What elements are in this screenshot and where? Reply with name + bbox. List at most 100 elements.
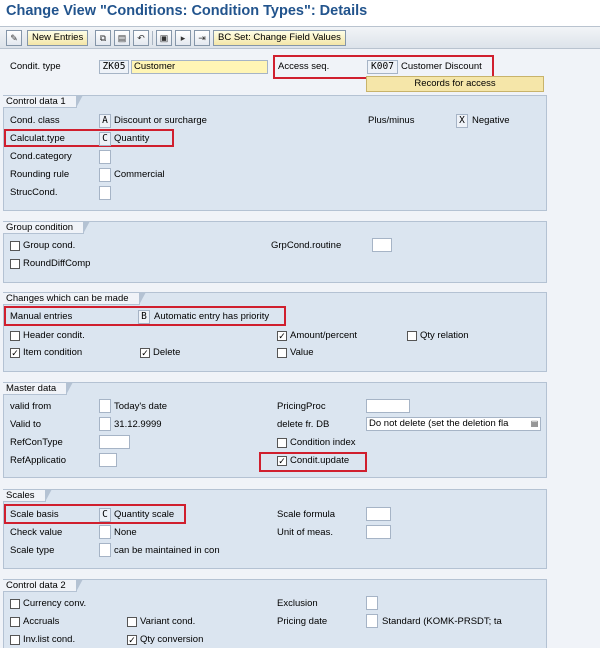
- condit-type-label: Condit. type: [10, 61, 61, 72]
- condit-type-field[interactable]: ZK05: [99, 60, 129, 74]
- condition-index-checkbox[interactable]: [277, 438, 287, 448]
- item-condition-label: Item condition: [23, 347, 83, 358]
- valid-to-field[interactable]: [99, 417, 111, 431]
- qty-relation-label: Qty relation: [420, 330, 469, 341]
- unit-of-meas-field[interactable]: [366, 525, 391, 539]
- condit-type-name-field[interactable]: Customer: [131, 60, 268, 74]
- accruals-checkbox[interactable]: [10, 617, 20, 627]
- condition-index-label: Condition index: [290, 437, 356, 448]
- inv-list-label: Inv.list cond.: [23, 634, 76, 645]
- bc-set-button[interactable]: BC Set: Change Field Values: [213, 30, 346, 46]
- delete-checkbox[interactable]: ✓: [140, 348, 150, 358]
- plusminus-field[interactable]: X: [456, 114, 468, 128]
- grpcond-routine-field[interactable]: [372, 238, 392, 252]
- page-last-icon[interactable]: ⇥: [194, 30, 210, 46]
- qty-conversion-label: Qty conversion: [140, 634, 204, 645]
- check-value-field[interactable]: [99, 525, 111, 539]
- variant-cond-checkbox[interactable]: [127, 617, 137, 627]
- scale-basis-field[interactable]: C: [99, 508, 111, 522]
- new-entries-button[interactable]: New Entries: [27, 30, 89, 46]
- pricing-proc-field[interactable]: [366, 399, 410, 413]
- value-label: Value: [290, 347, 314, 358]
- valid-from-label: valid from: [10, 401, 52, 412]
- refcontype-field[interactable]: [99, 435, 130, 449]
- cond-class-label: Cond. class: [10, 115, 60, 126]
- pricing-proc-label: PricingProc: [277, 401, 326, 412]
- delete-label: Delete: [153, 347, 181, 358]
- cond-category-label: Cond.category: [10, 151, 72, 162]
- unit-of-meas-label: Unit of meas.: [277, 527, 333, 538]
- scale-type-field[interactable]: [99, 543, 111, 557]
- undo-icon[interactable]: ↶: [133, 30, 149, 46]
- refapplicatio-field[interactable]: [99, 453, 117, 467]
- plusminus-label: Plus/minus: [368, 115, 415, 126]
- cond-category-field[interactable]: [99, 150, 111, 164]
- scale-formula-label: Scale formula: [277, 509, 336, 520]
- pricing-date-label: Pricing date: [277, 616, 328, 627]
- valid-from-text: Today's date: [114, 401, 168, 412]
- group-cond-label: Group cond.: [23, 240, 76, 251]
- valid-to-text: 31.12.9999: [114, 419, 162, 430]
- rounding-rule-label: Rounding rule: [10, 169, 70, 180]
- round-diff-checkbox[interactable]: [10, 259, 20, 269]
- access-seq-name: Customer Discount: [401, 61, 482, 72]
- check-value-label: Check value: [10, 527, 63, 538]
- rounding-rule-field[interactable]: [99, 168, 111, 182]
- pencil-glasses-icon[interactable]: ✎: [6, 30, 22, 46]
- plusminus-text: Negative: [472, 115, 510, 126]
- scale-formula-field[interactable]: [366, 507, 391, 521]
- manual-entries-text: Automatic entry has priority: [154, 311, 270, 322]
- condit-update-checkbox[interactable]: ✓: [277, 456, 287, 466]
- manual-entries-field[interactable]: B: [138, 310, 150, 324]
- round-diff-label: RoundDiffComp: [23, 258, 91, 269]
- delete-fr-db-value: Do not delete (set the deletion fla: [369, 418, 509, 429]
- pricing-date-field[interactable]: [366, 614, 378, 628]
- records-for-access-button[interactable]: Records for access: [366, 76, 544, 92]
- delete-fr-db-label: delete fr. DB: [277, 419, 330, 430]
- struc-cond-field[interactable]: [99, 186, 111, 200]
- page-icon[interactable]: ▣: [156, 30, 172, 46]
- control-data-1-group: Control data 1: [3, 95, 547, 211]
- page-next-icon[interactable]: ▸: [175, 30, 191, 46]
- rounding-rule-text: Commercial: [114, 169, 165, 180]
- qty-relation-checkbox[interactable]: [407, 331, 417, 341]
- struc-cond-label: StrucCond.: [10, 187, 58, 198]
- scale-type-label: Scale type: [10, 545, 55, 556]
- refapplicatio-label: RefApplicatio: [10, 455, 66, 466]
- qty-conversion-checkbox[interactable]: ✓: [127, 635, 137, 645]
- scales-group: Scales: [3, 489, 547, 569]
- header-cond-label: Header condit.: [23, 330, 85, 341]
- condit-update-label: Condit.update: [290, 455, 350, 466]
- amount-percent-checkbox[interactable]: ✓: [277, 331, 287, 341]
- group-condition-group: Group condition: [3, 221, 547, 283]
- header-cond-checkbox[interactable]: [10, 331, 20, 341]
- access-seq-label: Access seq.: [278, 61, 330, 72]
- valid-from-field[interactable]: [99, 399, 111, 413]
- cond-class-text: Discount or surcharge: [114, 115, 207, 126]
- copy-icon[interactable]: ⧉: [95, 30, 111, 46]
- access-seq-field[interactable]: K007: [367, 60, 398, 74]
- item-condition-checkbox[interactable]: ✓: [10, 348, 20, 358]
- amount-percent-label: Amount/percent: [290, 330, 358, 341]
- accruals-label: Accruals: [23, 616, 60, 627]
- exclusion-field[interactable]: [366, 596, 378, 610]
- group-title: Scales: [3, 489, 51, 502]
- manual-entries-label: Manual entries: [10, 311, 73, 322]
- refcontype-label: RefConType: [10, 437, 63, 448]
- save-icon[interactable]: ▤: [114, 30, 130, 46]
- variant-cond-label: Variant cond.: [140, 616, 196, 627]
- control-data-2-group: Control data 2: [3, 579, 547, 648]
- cond-class-field[interactable]: A: [99, 114, 111, 128]
- currency-conv-label: Currency conv.: [23, 598, 87, 609]
- application-toolbar: ✎ New Entries ⧉ ▤ ↶ ▣ ▸ ⇥ BC Set: Change…: [0, 26, 600, 49]
- currency-conv-checkbox[interactable]: [10, 599, 20, 609]
- calc-type-field[interactable]: C: [99, 132, 111, 146]
- delete-fr-db-dropdown[interactable]: Do not delete (set the deletion fla ▤: [366, 417, 541, 431]
- value-checkbox[interactable]: [277, 348, 287, 358]
- dropdown-icon[interactable]: ▤: [530, 419, 539, 429]
- group-cond-checkbox[interactable]: [10, 241, 20, 251]
- inv-list-checkbox[interactable]: [10, 635, 20, 645]
- calc-type-label: Calculat.type: [10, 133, 65, 144]
- scale-basis-text: Quantity scale: [114, 509, 175, 520]
- group-title: Control data 2: [3, 579, 83, 592]
